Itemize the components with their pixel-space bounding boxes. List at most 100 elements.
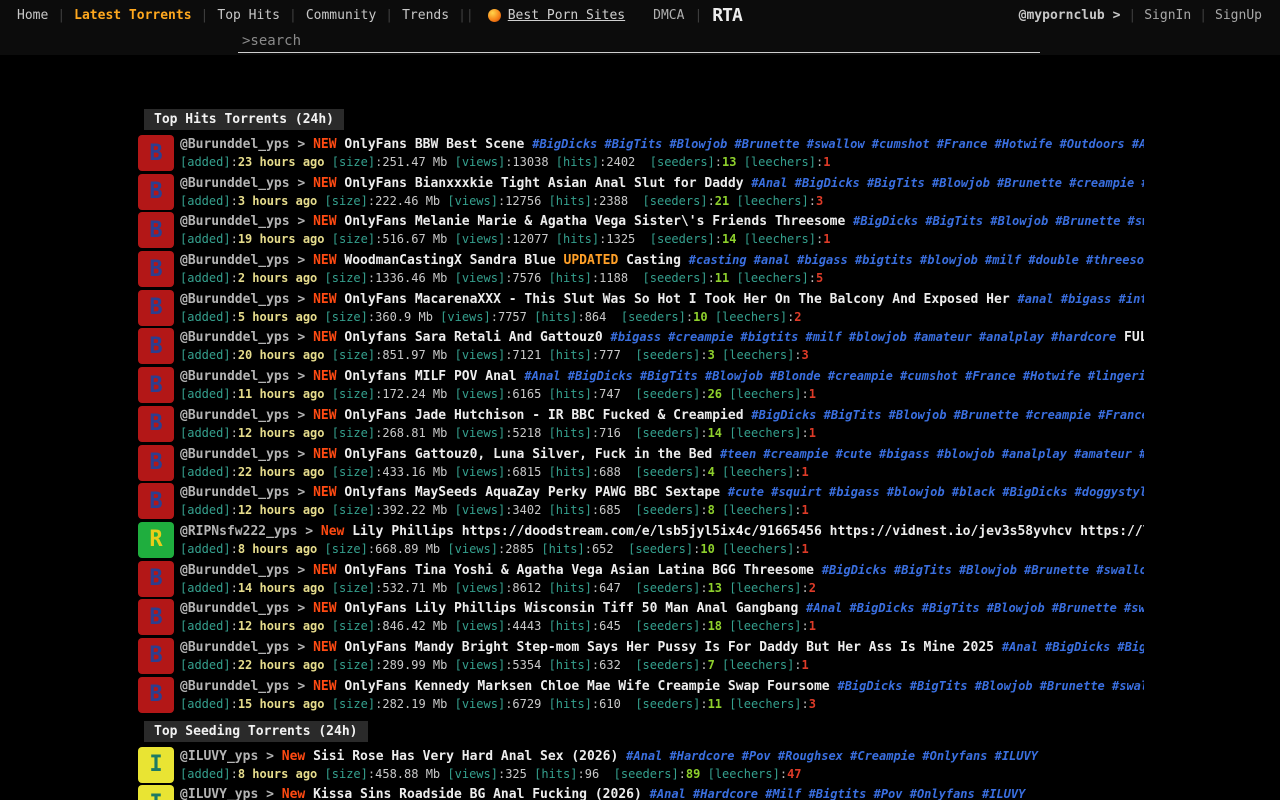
torrent-title[interactable]: Onlyfans Sara Retali And Gattouz0 — [344, 330, 602, 345]
hashtags[interactable]: #bigass #creampie #bigtits #milf #blowjo… — [610, 330, 1116, 344]
torrent-info: @Burunddel_yps > NEW OnlyFans Tina Yoshi… — [180, 561, 1144, 597]
user-avatar[interactable]: B — [138, 251, 174, 287]
username-link[interactable]: @Burunddel_yps — [180, 563, 290, 578]
hashtags[interactable]: #Anal #BigDicks #BigTits #Blowjob #Brune… — [806, 601, 1144, 615]
user-avatar[interactable]: B — [138, 561, 174, 597]
torrent-title[interactable]: Onlyfans MaySeeds AquaZay Perky PAWG BBC… — [344, 485, 720, 500]
username-link[interactable]: @Burunddel_yps — [180, 330, 290, 345]
hashtags[interactable]: #BigDicks #BigTits #Blowjob #Brunette #s… — [853, 214, 1144, 228]
torrent-title[interactable]: OnlyFans MacarenaXXX - This Slut Was So … — [344, 292, 1009, 307]
user-avatar[interactable]: R — [138, 522, 174, 558]
username-link[interactable]: @Burunddel_yps — [180, 292, 290, 307]
torrent-title[interactable]: OnlyFans BBW Best Scene — [344, 137, 524, 152]
hashtags[interactable]: #BigDicks #BigTits #Blowjob #Brunette #s… — [532, 137, 1144, 151]
new-badge: NEW — [313, 292, 336, 307]
user-avatar[interactable]: I — [138, 785, 174, 800]
hashtags[interactable]: #BigDicks #BigTits #Blowjob #Brunette #s… — [837, 679, 1144, 693]
hashtags[interactable]: #Anal #Hardcore #Milf #Bigtits #Pov #Onl… — [650, 787, 1026, 800]
user-avatar[interactable]: I — [138, 747, 174, 783]
hashtags[interactable]: #Anal #BigDicks #BigTits #Blowjob #Blond… — [524, 369, 1144, 383]
hashtags[interactable]: #anal #bigass #interrac… — [1017, 292, 1144, 306]
username-link[interactable]: @Burunddel_yps — [180, 253, 290, 268]
torrent-title[interactable]: Casting — [626, 253, 681, 268]
hashtags[interactable]: #Anal #BigDicks #BigTits #Blowjob #Brune… — [751, 176, 1144, 190]
stat-value-size: 172.24 Mb — [382, 387, 447, 401]
username-link[interactable]: @Burunddel_yps — [180, 214, 290, 229]
stat-value-seeders: 14 — [708, 426, 722, 440]
signin-link[interactable]: SignIn — [1136, 8, 1199, 23]
torrent-row: B@Burunddel_yps > NEW OnlyFans Lily Phil… — [138, 599, 1144, 635]
stat-label-hits: [hits] — [549, 465, 592, 479]
signup-link[interactable]: SignUp — [1207, 8, 1270, 23]
stat-value-seeders: 18 — [708, 619, 722, 633]
username-link[interactable]: @Burunddel_yps — [180, 408, 290, 423]
stat-value-views: 7757 — [498, 310, 527, 324]
nav-item-home[interactable]: Home — [8, 8, 57, 23]
stat-value-added: 14 hours ago — [238, 581, 325, 595]
torrent-title[interactable]: OnlyFans Melanie Marie & Agatha Vega Sis… — [344, 214, 845, 229]
stat-value-size: 516.67 Mb — [382, 232, 447, 246]
username-link[interactable]: @Burunddel_yps — [180, 640, 290, 655]
username-link[interactable]: @Burunddel_yps — [180, 137, 290, 152]
user-avatar[interactable]: B — [138, 328, 174, 364]
nav-item-top-hits[interactable]: Top Hits — [208, 8, 289, 23]
nav-item-community[interactable]: Community — [297, 8, 385, 23]
stat-value-added: 3 hours ago — [238, 194, 317, 208]
stat-label-size: [size] — [332, 387, 375, 401]
stat-value-hits: 632 — [599, 658, 621, 672]
user-avatar[interactable]: B — [138, 290, 174, 326]
torrent-title[interactable]: Sisi Rose Has Very Hard Anal Sex (2026) — [313, 749, 618, 764]
stat-label-size: [size] — [332, 619, 375, 633]
torrent-title[interactable]: OnlyFans Jade Hutchison - IR BBC Fucked … — [344, 408, 743, 423]
user-avatar[interactable]: B — [138, 212, 174, 248]
torrent-title[interactable]: Lily Phillips https://doodstream.com/e/l… — [352, 524, 1144, 539]
username-link[interactable]: @Burunddel_yps — [180, 485, 290, 500]
nav-item-trends[interactable]: Trends — [393, 8, 458, 23]
user-avatar[interactable]: B — [138, 445, 174, 481]
stat-value-views: 13038 — [512, 155, 548, 169]
nav-item-latest-torrents[interactable]: Latest Torrents — [65, 8, 200, 23]
username-link[interactable]: @ILUVY_yps — [180, 749, 258, 764]
account-menu[interactable]: @mypornclub > — [1019, 8, 1129, 23]
torrent-title[interactable]: OnlyFans Gattouz0, Luna Silver, Fuck in … — [344, 447, 712, 462]
username-link[interactable]: @RIPNsfw222_yps — [180, 524, 297, 539]
username-link[interactable]: @Burunddel_yps — [180, 447, 290, 462]
user-avatar[interactable]: B — [138, 367, 174, 403]
user-avatar[interactable]: B — [138, 599, 174, 635]
user-avatar[interactable]: B — [138, 638, 174, 674]
hashtags[interactable]: #Anal #BigDicks #BigTits … — [1002, 640, 1144, 654]
hashtags[interactable]: #teen #creampie #cute #bigass #blowjob #… — [720, 447, 1144, 461]
hashtags[interactable]: #cute #squirt #bigass #blowjob #black #B… — [728, 485, 1144, 499]
username-link[interactable]: @Burunddel_yps — [180, 679, 290, 694]
username-link[interactable]: @Burunddel_yps — [180, 369, 290, 384]
username-link[interactable]: @ILUVY_yps — [180, 787, 258, 800]
dmca-link[interactable]: DMCA — [653, 8, 684, 23]
user-avatar[interactable]: B — [138, 483, 174, 519]
stat-label-hits: [hits] — [549, 581, 592, 595]
user-avatar[interactable]: B — [138, 174, 174, 210]
hashtags[interactable]: #BigDicks #BigTits #Blowjob #Brunette #c… — [751, 408, 1144, 422]
stat-label-seeders: [seeders] — [635, 503, 700, 517]
separator: | — [1199, 8, 1207, 23]
torrent-title[interactable]: OnlyFans Mandy Bright Step-mom Says Her … — [344, 640, 994, 655]
user-avatar[interactable]: B — [138, 677, 174, 713]
username-link[interactable]: @Burunddel_yps — [180, 176, 290, 191]
torrent-title[interactable]: Kissa Sins Roadside BG Anal Fucking (202… — [313, 787, 642, 800]
username-link[interactable]: @Burunddel_yps — [180, 601, 290, 616]
main-nav: Home|Latest Torrents|Top Hits|Community|… — [8, 8, 466, 23]
torrent-listings: Top Hits Torrents (24h)B@Burunddel_yps >… — [0, 55, 1280, 800]
search-input[interactable] — [238, 31, 1040, 53]
torrent-title[interactable]: OnlyFans Lily Phillips Wisconsin Tiff 50… — [344, 601, 798, 616]
torrent-title[interactable]: OnlyFans Bianxxxkie Tight Asian Anal Slu… — [344, 176, 743, 191]
torrent-title[interactable]: Onlyfans MILF POV Anal — [344, 369, 516, 384]
hashtags[interactable]: #BigDicks #BigTits #Blowjob #Brunette #s… — [822, 563, 1144, 577]
torrent-title[interactable]: OnlyFans Kennedy Marksen Chloe Mae Wife … — [344, 679, 829, 694]
torrent-title[interactable]: OnlyFans Tina Yoshi & Agatha Vega Asian … — [344, 563, 814, 578]
user-avatar[interactable]: B — [138, 135, 174, 171]
hashtags[interactable]: #Anal #Hardcore #Pov #Roughsex #Creampie… — [626, 749, 1038, 763]
hashtags[interactable]: #casting #anal #bigass #bigtits #blowjob… — [689, 253, 1144, 267]
stat-colon: : — [802, 619, 809, 633]
best-porn-sites-link[interactable]: Best Porn Sites — [488, 8, 625, 23]
torrent-title[interactable]: WoodmanCastingX Sandra Blue — [344, 253, 555, 268]
user-avatar[interactable]: B — [138, 406, 174, 442]
